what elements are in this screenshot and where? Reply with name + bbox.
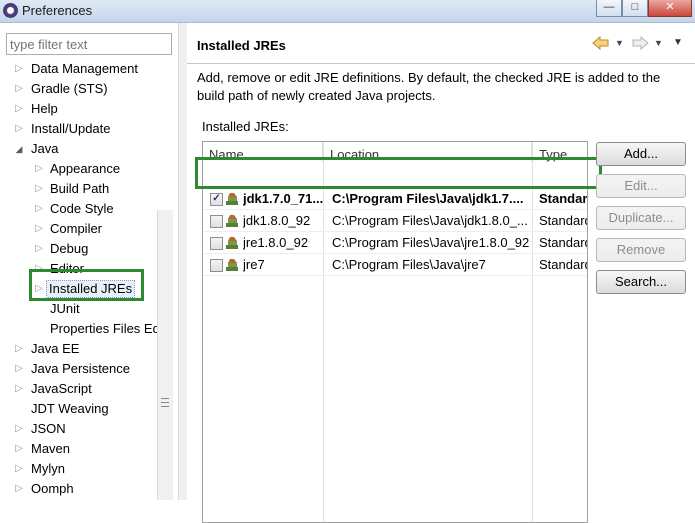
jre-table[interactable]: Name Location Type ✓ jdk1.7.0_71... C:\P… [202,141,588,523]
expand-arrow-icon[interactable]: ▷ [14,439,24,459]
tree-item-label: Java [31,141,59,156]
remove-button[interactable]: Remove [596,238,686,262]
search-button[interactable]: Search... [596,270,686,294]
tree-item-label: JavaScript [31,381,92,396]
tree-item-label: Compiler [50,221,103,236]
back-arrow-icon[interactable] [592,35,610,51]
jre-location: C:\Program Files\Java\jdk1.7.... [332,191,524,206]
forward-arrow-icon[interactable] [631,35,649,51]
expand-arrow-icon[interactable]: ▷ [14,99,24,119]
jre-type: Standard [539,213,588,228]
default-jre-checkbox[interactable] [210,259,223,272]
preference-tree-panel: ▷ Data Management ▷ Gradle (STS) ▷ Help … [0,23,173,500]
tree-item-label: JSON [31,421,66,436]
tree-item-properties-files-editor[interactable]: Properties Files Ed [34,319,158,339]
expand-arrow-icon[interactable]: ▷ [14,59,24,79]
jre-location: C:\Program Files\Java\jre7 [332,257,486,272]
add-button[interactable]: Add... [596,142,686,166]
expand-arrow-icon[interactable]: ▷ [14,479,24,499]
tree-item-label: Maven [31,441,71,456]
expand-arrow-icon[interactable]: ▷ [14,79,24,99]
eclipse-icon [3,3,18,18]
expand-arrow-icon[interactable]: ▷ [34,159,44,179]
tree-item-label: JDT Weaving [31,401,109,416]
expand-arrow-icon[interactable]: ▷ [14,359,24,379]
tree-item-label: Java Persistence [31,361,130,376]
jre-list-label: Installed JREs: [202,119,289,134]
jre-type: Standard [539,257,588,272]
table-row[interactable]: jre7 C:\Program Files\Java\jre7 Standard [203,254,588,276]
edit-button[interactable]: Edit... [596,174,686,198]
duplicate-button[interactable]: Duplicate... [596,206,686,230]
window-title: Preferences [22,3,93,18]
collapse-arrow-icon[interactable]: ◢ [14,139,24,159]
highlight-box [29,269,144,301]
jre-name: jre7 [243,257,265,272]
highlight-box [195,157,602,189]
filter-input[interactable] [6,33,172,55]
table-row[interactable]: ✓ jdk1.7.0_71... C:\Program Files\Java\j… [203,188,588,210]
title-bar: Preferences — □ ✕ [0,0,695,23]
expand-arrow-icon[interactable]: ▷ [14,339,24,359]
maximize-button[interactable]: □ [622,0,648,17]
expand-arrow-icon[interactable]: ▷ [34,239,44,259]
page-title: Installed JREs [197,38,286,53]
expand-arrow-icon[interactable]: ▷ [34,219,44,239]
jre-type: Standard [539,191,588,206]
tree-item-label: Code Style [50,201,114,216]
header-divider [187,63,695,64]
jre-library-icon [226,193,238,205]
view-menu-icon[interactable]: ▼ [673,35,683,51]
jre-library-icon [226,215,238,227]
tree-item-label: Data Management [31,61,138,76]
tree-item-label: Appearance [50,161,121,176]
page-description: Add, remove or edit JRE definitions. By … [197,70,661,103]
jre-library-icon [226,237,238,249]
page-header: Installed JREs ▼ ▼ ▼ [187,23,695,63]
tree-item-label: Mylyn [31,461,65,476]
tree-item-label: Java EE [31,341,80,356]
table-row[interactable]: jdk1.8.0_92 C:\Program Files\Java\jdk1.8… [203,210,588,232]
tree-scrollbar[interactable] [157,210,173,500]
tree-item-label: Oomph [31,481,74,496]
jre-name: jdk1.7.0_71... [243,191,323,206]
jre-name: jdk1.8.0_92 [243,213,311,228]
scrollbar-grip[interactable] [160,395,170,415]
tree-item-label: JUnit [50,301,80,316]
jre-name: jre1.8.0_92 [243,235,309,250]
jre-library-icon [226,259,238,271]
close-button[interactable]: ✕ [648,0,692,17]
expand-arrow-icon[interactable]: ▷ [34,179,44,199]
minimize-button[interactable]: — [596,0,622,17]
tree-item-label: Install/Update [31,121,111,136]
tree-item-label: Debug [50,241,89,256]
tree-item-label: Help [31,101,58,116]
tree-item-label: Properties Files Ed [50,321,158,336]
tree-item-label: Gradle (STS) [31,81,108,96]
jre-location: C:\Program Files\Java\jdk1.8.0_... [332,213,528,228]
jre-location: C:\Program Files\Java\jre1.8.0_92 [332,235,530,250]
expand-arrow-icon[interactable]: ▷ [14,419,24,439]
expand-arrow-icon[interactable]: ▷ [34,199,44,219]
jre-type: Standard [539,235,588,250]
default-jre-checkbox[interactable] [210,237,223,250]
expand-arrow-icon[interactable]: ▷ [14,379,24,399]
expand-arrow-icon[interactable]: ▷ [14,459,24,479]
forward-menu-chevron-icon[interactable]: ▼ [654,35,663,51]
table-row[interactable]: jre1.8.0_92 C:\Program Files\Java\jre1.8… [203,232,588,254]
back-menu-chevron-icon[interactable]: ▼ [615,35,624,51]
expand-arrow-icon[interactable]: ▷ [14,119,24,139]
preference-page: Installed JREs ▼ ▼ ▼ Add, remove or edit… [187,23,695,523]
tree-item-label: Build Path [50,181,110,196]
default-jre-checkbox[interactable] [210,215,223,228]
default-jre-checkbox[interactable]: ✓ [210,193,223,206]
